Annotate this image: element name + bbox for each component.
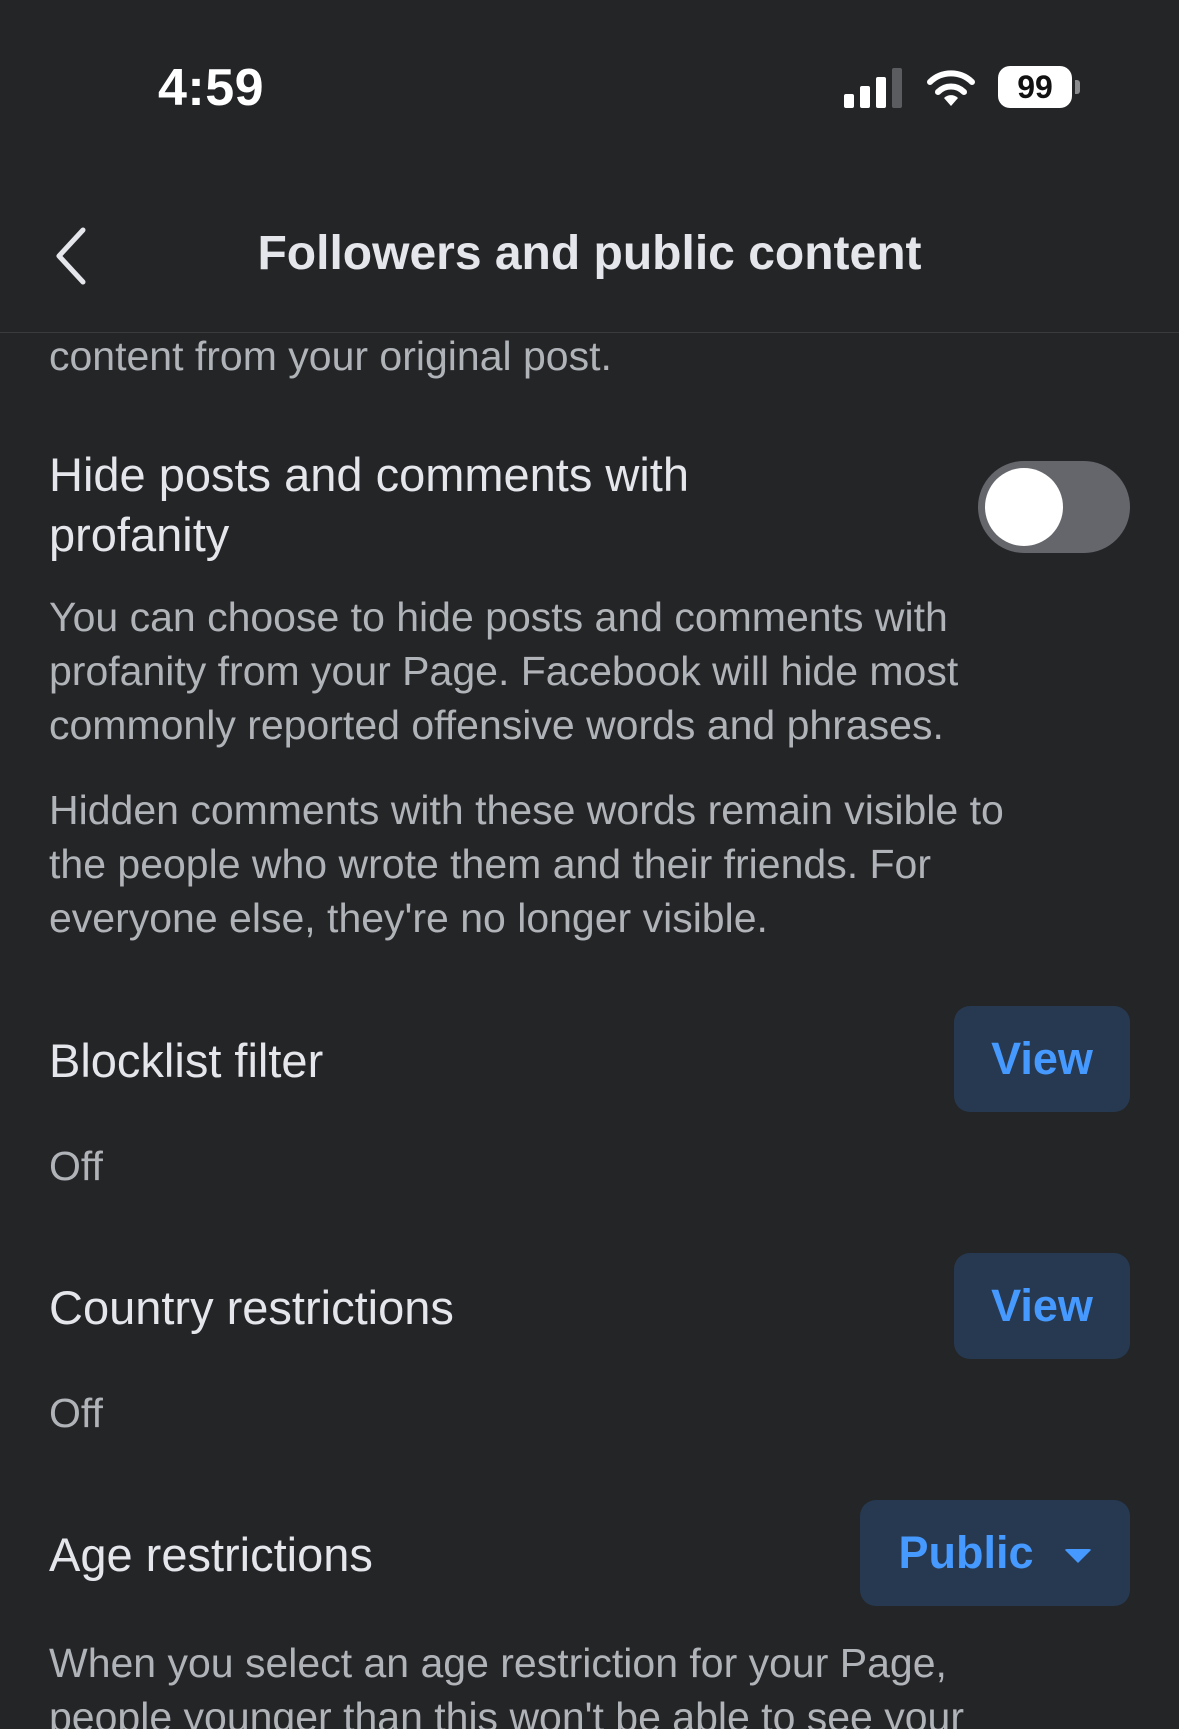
previous-description-tail: content from your original post.: [49, 333, 612, 379]
battery-cap: [1075, 80, 1080, 94]
wifi-icon: [927, 70, 975, 106]
country-restrictions-title: Country restrictions: [49, 1281, 454, 1334]
hidden-comments-note-line1: Hidden comments with these words remain …: [49, 787, 1004, 833]
toggle-knob: [985, 468, 1063, 546]
hidden-comments-note-line3: everyone else, they're no longer visible…: [49, 895, 768, 941]
battery-icon: 99: [998, 66, 1080, 108]
profanity-description-line2: profanity from your Page. Facebook will …: [49, 648, 959, 694]
blocklist-status: Off: [49, 1143, 103, 1189]
status-time: 4:59: [158, 59, 265, 117]
blocklist-view-button[interactable]: View: [954, 1006, 1130, 1112]
profanity-description-line1: You can choose to hide posts and comment…: [49, 594, 948, 640]
profanity-title-line2: profanity: [49, 508, 230, 561]
battery-level: 99: [998, 66, 1072, 108]
age-description-line1: When you select an age restriction for y…: [49, 1640, 947, 1686]
country-status: Off: [49, 1390, 103, 1436]
settings-content[interactable]: content from your original post. Hide po…: [0, 333, 1179, 1729]
country-view-label: View: [991, 1280, 1093, 1331]
age-description-line2: people younger than this won't be able t…: [49, 1694, 965, 1729]
chevron-left-icon: [56, 227, 86, 285]
age-restrictions-title: Age restrictions: [49, 1528, 373, 1581]
profanity-toggle[interactable]: [978, 461, 1130, 553]
signal-icon: [844, 68, 902, 108]
back-button[interactable]: [40, 220, 100, 292]
blocklist-view-label: View: [991, 1033, 1093, 1084]
profanity-title-line1: Hide posts and comments with: [49, 448, 690, 501]
hidden-comments-note-line2: the people who wrote them and their frie…: [49, 841, 931, 887]
country-view-button[interactable]: View: [954, 1253, 1130, 1359]
nav-header: Followers and public content: [0, 180, 1179, 333]
status-bar: 4:59 99: [0, 0, 1179, 180]
caret-down-icon: [1063, 1549, 1092, 1563]
age-dropdown-value: Public: [898, 1527, 1034, 1578]
profanity-description-line3: commonly reported offensive words and ph…: [49, 702, 944, 748]
page-title: Followers and public content: [257, 227, 922, 280]
blocklist-title: Blocklist filter: [49, 1034, 324, 1087]
age-restriction-dropdown[interactable]: Public: [860, 1500, 1130, 1606]
